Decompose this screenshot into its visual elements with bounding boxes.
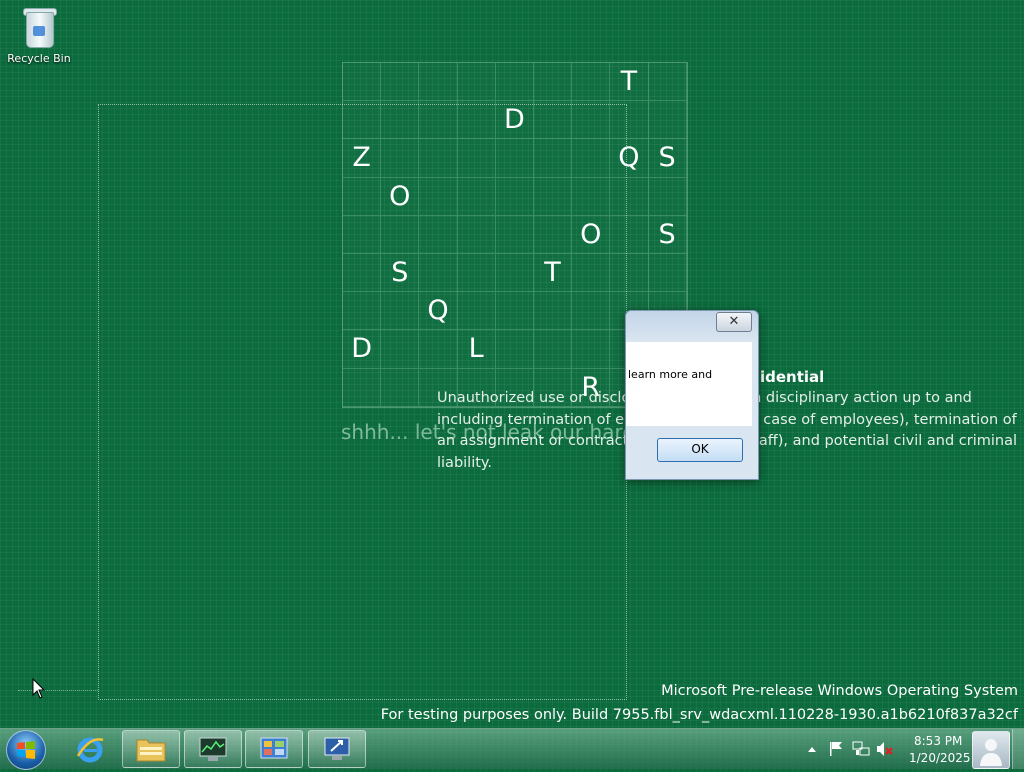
taskbar: 8:53 PM 1/20/2025 <box>0 728 1024 770</box>
grid-cell: T <box>610 63 649 102</box>
grid-cell <box>648 253 687 293</box>
taskbar-internet-explorer[interactable] <box>62 730 118 766</box>
watermark-line-2: For testing purposes only. Build 7955.fb… <box>380 707 1018 723</box>
clock-date[interactable]: 1/20/2025 <box>909 751 971 765</box>
action-center-flag-icon[interactable] <box>829 741 843 757</box>
folder-icon <box>136 739 166 762</box>
close-button[interactable]: ✕ <box>716 312 752 332</box>
grid-cell <box>533 63 573 102</box>
close-icon: ✕ <box>728 314 740 329</box>
network-icon[interactable] <box>852 741 870 757</box>
user-tile[interactable] <box>972 731 1010 769</box>
taskbar-control-panel[interactable] <box>245 730 303 768</box>
grid-cell <box>648 63 687 102</box>
ok-button[interactable]: OK <box>657 438 743 462</box>
taskbar-windows-explorer[interactable] <box>122 730 180 768</box>
grid-cell <box>495 63 534 102</box>
dotted-line <box>18 690 98 691</box>
grid-cell <box>457 63 496 102</box>
start-button[interactable] <box>6 730 46 770</box>
recycle-bin-icon <box>22 6 57 48</box>
grid-cell: S <box>648 215 687 254</box>
message-dialog: ✕ learn more and OK <box>625 310 759 480</box>
mouse-cursor-icon <box>32 678 46 699</box>
control-panel-icon <box>260 737 288 759</box>
grid-cell <box>648 101 687 140</box>
grid-cell: S <box>648 139 687 178</box>
show-desktop-button[interactable] <box>1012 729 1024 769</box>
taskbar-remote-desktop[interactable] <box>308 730 366 768</box>
task-manager-icon <box>199 737 227 761</box>
show-hidden-icons[interactable] <box>807 745 817 753</box>
clock-time[interactable]: 8:53 PM <box>914 734 962 748</box>
user-icon <box>980 739 1002 766</box>
desktop-icon-recycle-bin[interactable]: Recycle Bin <box>6 6 72 65</box>
grid-cell <box>343 63 382 102</box>
remote-desktop-icon <box>324 737 350 760</box>
dialog-content: learn more and <box>626 342 752 426</box>
dialog-message: learn more and <box>628 368 713 381</box>
windows-logo-icon <box>17 741 35 759</box>
grid-cell <box>419 63 458 102</box>
grid-cell <box>648 177 687 216</box>
volume-muted-icon[interactable] <box>876 741 894 757</box>
internet-explorer-icon <box>76 737 104 763</box>
recycle-bin-label: Recycle Bin <box>7 52 71 65</box>
watermark-line-1: Microsoft Pre-release Windows Operating … <box>661 683 1018 699</box>
grid-cell <box>572 63 611 102</box>
confidential-title: idential <box>760 368 825 386</box>
grid-cell <box>381 63 420 102</box>
taskbar-task-manager[interactable] <box>184 730 242 768</box>
